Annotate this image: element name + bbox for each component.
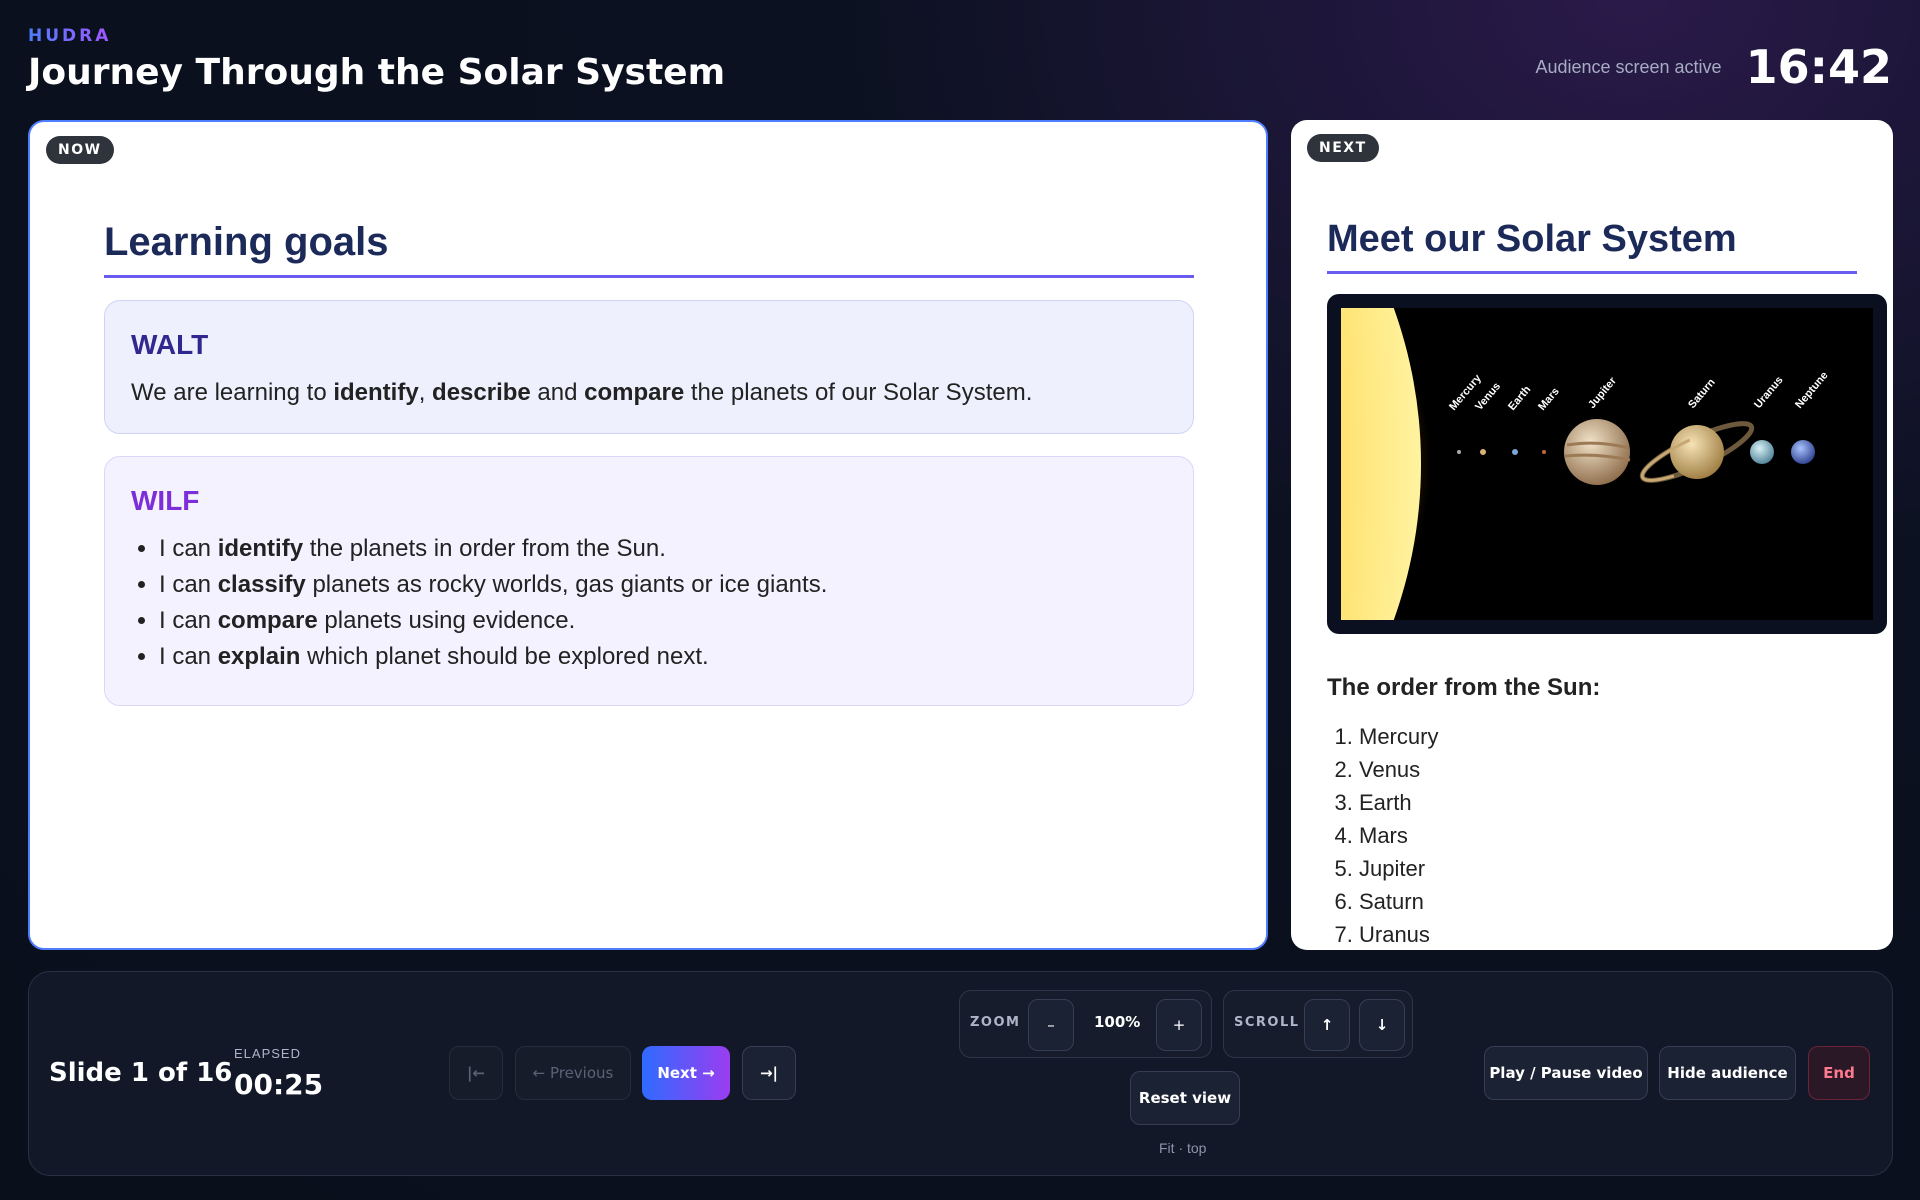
scroll-group: SCROLL ↑ ↓: [1223, 990, 1413, 1058]
current-slide-content: Learning goals WALT We are learning to i…: [104, 220, 1194, 706]
audience-status: Audience screen active: [1535, 56, 1722, 77]
list-item: Earth: [1359, 790, 1857, 816]
venus-shape: [1480, 449, 1486, 455]
list-item: Jupiter: [1359, 856, 1857, 882]
list-item: Mercury: [1359, 724, 1857, 750]
next-button[interactable]: Next →: [642, 1046, 730, 1100]
slide-heading: Learning goals: [104, 220, 1194, 278]
scroll-up-button[interactable]: ↑: [1304, 999, 1350, 1051]
zoom-group: ZOOM – 100% +: [959, 990, 1212, 1058]
header-status: Audience screen active 16:42: [1535, 40, 1892, 94]
wilf-label: WILF: [131, 485, 200, 516]
hide-audience-button[interactable]: Hide audience: [1659, 1046, 1796, 1100]
presenter-controls: Slide 1 of 16 ELAPSED 00:25 |← ← Previou…: [28, 971, 1893, 1176]
image-label: Mars: [1536, 386, 1562, 413]
zoom-out-button[interactable]: –: [1028, 999, 1074, 1051]
neptune-shape: [1791, 440, 1815, 464]
jupiter-shape: [1564, 419, 1630, 485]
clock: 16:42: [1745, 40, 1892, 94]
walt-box: WALT We are learning to identify, descri…: [104, 300, 1194, 434]
earth-shape: [1512, 449, 1518, 455]
list-item: Mars: [1359, 823, 1857, 849]
slide-counter: Slide 1 of 16: [49, 1058, 233, 1088]
zoom-value: 100%: [1094, 1013, 1141, 1031]
uranus-shape: [1750, 440, 1774, 464]
wilf-list: I can identify the planets in order from…: [131, 535, 1167, 671]
solar-system-svg: Mercury Venus Earth Mars Jupiter Saturn …: [1341, 308, 1831, 620]
wilf-box: WILF I can identify the planets in order…: [104, 456, 1194, 706]
elapsed-time: 00:25: [234, 1068, 324, 1101]
zoom-in-button[interactable]: +: [1156, 999, 1202, 1051]
current-slide-panel: NOW Learning goals WALT We are learning …: [28, 120, 1268, 950]
list-item: I can identify the planets in order from…: [159, 535, 1167, 563]
next-slide-panel: NEXT Meet our Solar System Mercury Venus…: [1291, 120, 1893, 950]
brand-logo: HUDRA: [28, 26, 112, 46]
end-button[interactable]: End: [1808, 1046, 1870, 1100]
header: HUDRA Journey Through the Solar System A…: [28, 26, 1892, 106]
next-slide-content: Meet our Solar System Mercury Venus Eart…: [1327, 218, 1887, 950]
mercury-shape: [1457, 450, 1461, 454]
list-item: I can compare planets using evidence.: [159, 607, 1167, 635]
next-badge: NEXT: [1307, 134, 1379, 162]
order-heading: The order from the Sun:: [1327, 674, 1601, 701]
play-pause-video-button[interactable]: Play / Pause video: [1484, 1046, 1648, 1100]
planet-order-list: Mercury Venus Earth Mars Jupiter Saturn …: [1327, 724, 1857, 948]
list-item: I can classify planets as rocky worlds, …: [159, 571, 1167, 599]
scroll-label: SCROLL: [1234, 1015, 1300, 1030]
solar-system-image: Mercury Venus Earth Mars Jupiter Saturn …: [1327, 294, 1887, 634]
list-item: Venus: [1359, 757, 1857, 783]
first-slide-button[interactable]: |←: [449, 1046, 503, 1100]
saturn-shape: [1670, 425, 1724, 479]
zoom-label: ZOOM: [970, 1015, 1021, 1030]
image-label: Saturn: [1686, 376, 1718, 411]
previous-button[interactable]: ← Previous: [515, 1046, 631, 1100]
next-slide-heading: Meet our Solar System: [1327, 218, 1857, 274]
scroll-down-button[interactable]: ↓: [1359, 999, 1405, 1051]
image-label: Neptune: [1793, 370, 1830, 411]
walt-label: WALT: [131, 329, 209, 360]
list-item: Saturn: [1359, 889, 1857, 915]
list-item: I can explain which planet should be exp…: [159, 643, 1167, 671]
mars-shape: [1542, 450, 1546, 454]
now-badge: NOW: [46, 136, 114, 164]
list-item: Uranus: [1359, 922, 1857, 948]
elapsed-label: ELAPSED: [234, 1046, 301, 1061]
walt-text: We are learning to identify, describe an…: [131, 379, 1033, 406]
reset-view-button[interactable]: Reset view: [1130, 1071, 1240, 1125]
fit-status: Fit · top: [1159, 1140, 1207, 1156]
last-slide-button[interactable]: →|: [742, 1046, 796, 1100]
solar-system-illustration: Mercury Venus Earth Mars Jupiter Saturn …: [1341, 308, 1873, 620]
image-label: Jupiter: [1586, 375, 1619, 411]
image-label: Uranus: [1752, 374, 1786, 411]
